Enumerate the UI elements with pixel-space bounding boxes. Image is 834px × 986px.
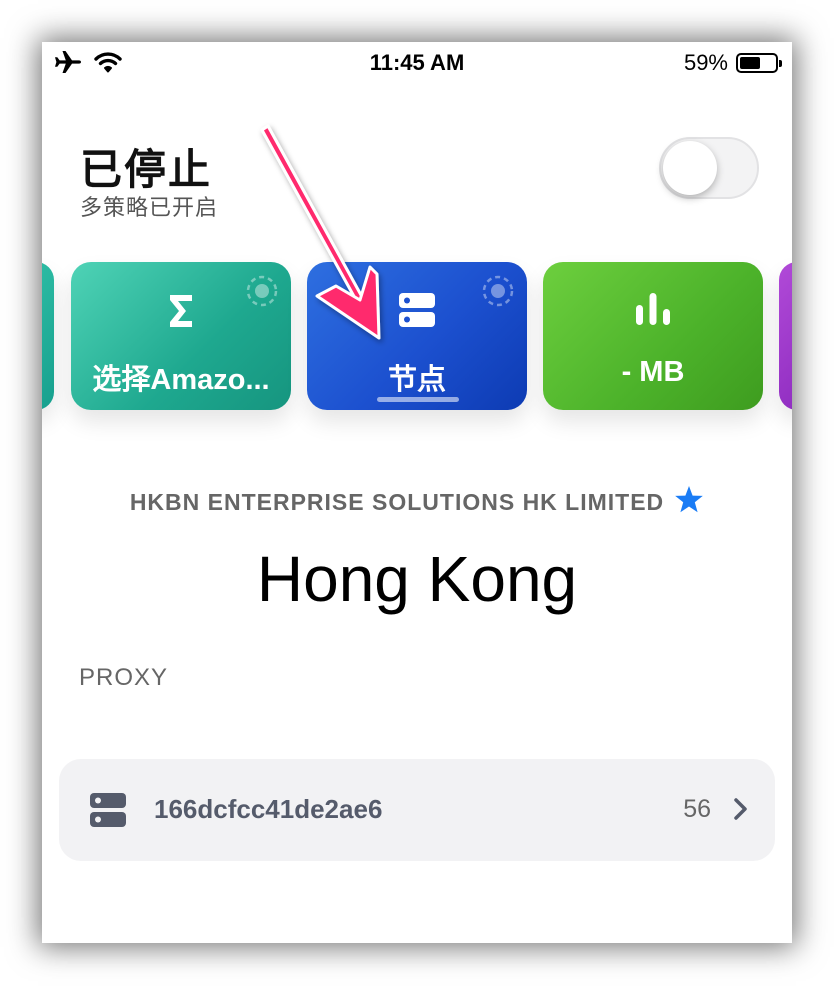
proxy-count: 56 [683,795,711,823]
connection-status-subtitle: 多策略已开启 [80,195,219,220]
phone-screen: 11:45 AM 59% 已停止 多策略已开启 选择Amazo... 节点 - … [42,42,792,943]
policy-card[interactable]: 选择Amazo... [71,262,291,410]
sigma-icon [71,292,291,330]
server-icon [307,292,527,328]
card-partial-left[interactable] [42,262,54,410]
chevron-right-icon [733,797,749,826]
status-time: 11:45 AM [369,50,465,75]
policy-card-label: 选择Amazo... [92,364,270,396]
traffic-card-label: - MB [621,356,685,388]
battery-icon [736,53,782,73]
provider-row: HKBN ENTERPRISE SOLUTIONS HK LIMITED [42,485,792,520]
server-icon [89,792,127,833]
toggle-knob [663,141,717,195]
traffic-card[interactable]: - MB [543,262,763,410]
location-title: Hong Kong [256,543,578,615]
star-icon [674,485,704,520]
card-partial-right[interactable] [779,262,792,410]
provider-name: HKBN ENTERPRISE SOLUTIONS HK LIMITED [129,489,665,515]
node-card-label: 节点 [387,364,446,396]
node-card[interactable]: 节点 [307,262,527,410]
selected-indicator [377,397,459,402]
bar-chart-icon [543,292,763,326]
battery-percent: 59% [683,50,728,75]
status-bar: 11:45 AM 59% [42,42,792,82]
connection-toggle[interactable] [659,137,759,199]
proxy-row[interactable]: 166dcfcc41de2ae6 56 [59,759,775,861]
connection-status-title: 已停止 [80,146,213,193]
proxy-name: 166dcfcc41de2ae6 [154,794,383,824]
proxy-section-label: PROXY [79,664,169,691]
